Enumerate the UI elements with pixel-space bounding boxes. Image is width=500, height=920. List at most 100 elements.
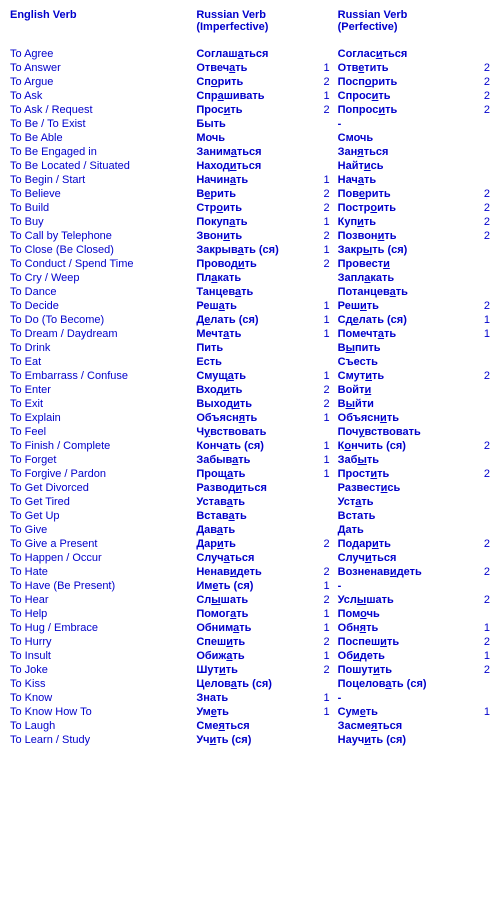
cell-perfective: Помочь (336, 607, 469, 621)
table-row: To Begin / StartНачинать1Начать (8, 173, 492, 187)
cell-imperfective: Соглашаться (194, 47, 312, 61)
cell-note-1 (312, 131, 336, 145)
cell-note-1 (312, 285, 336, 299)
cell-note-2: 2 (468, 663, 492, 677)
cell-note-1 (312, 677, 336, 691)
cell-perfective: Развестись (336, 481, 469, 495)
cell-note-2 (468, 257, 492, 271)
cell-imperfective: Вставать (194, 509, 312, 523)
cell-perfective: Почувствовать (336, 425, 469, 439)
cell-note-1: 1 (312, 705, 336, 719)
cell-note-2 (468, 145, 492, 159)
cell-perfective: Смочь (336, 131, 469, 145)
table-row: To Do (To Become)Делать (ся)1Сделать (ся… (8, 313, 492, 327)
cell-perfective: Пошутить (336, 663, 469, 677)
cell-note-2: 2 (468, 565, 492, 579)
cell-imperfective: Шутить (194, 663, 312, 677)
table-row: To Finish / CompleteКончать (ся)1Кончить… (8, 439, 492, 453)
cell-imperfective: Учить (ся) (194, 733, 312, 747)
cell-perfective: Суметь (336, 705, 469, 719)
cell-imperfective: Дарить (194, 537, 312, 551)
cell-english: To Answer (8, 61, 194, 75)
cell-perfective: Поспешить (336, 635, 469, 649)
cell-imperfective: Обижать (194, 649, 312, 663)
cell-note-1: 2 (312, 565, 336, 579)
cell-english: To Get Tired (8, 495, 194, 509)
cell-note-2 (468, 47, 492, 61)
cell-english: To Get Divorced (8, 481, 194, 495)
cell-perfective: Устать (336, 495, 469, 509)
cell-note-2: 2 (468, 635, 492, 649)
cell-english: To Do (To Become) (8, 313, 194, 327)
cell-note-2: 1 (468, 649, 492, 663)
cell-note-2: 2 (468, 369, 492, 383)
cell-imperfective: Покупать (194, 215, 312, 229)
cell-english: To Know How To (8, 705, 194, 719)
cell-note-1: 2 (312, 187, 336, 201)
table-row: To Call by TelephoneЗвонить2Позвонить2 (8, 229, 492, 243)
cell-english: To Agree (8, 47, 194, 61)
cell-english: To Conduct / Spend Time (8, 257, 194, 271)
table-row: To DecideРешать1Решить2 (8, 299, 492, 313)
cell-note-1: 1 (312, 621, 336, 635)
cell-imperfective: Случаться (194, 551, 312, 565)
cell-english: To Close (Be Closed) (8, 243, 194, 257)
cell-note-2 (468, 425, 492, 439)
cell-english: To Decide (8, 299, 194, 313)
cell-note-1: 2 (312, 383, 336, 397)
cell-english: To Feel (8, 425, 194, 439)
cell-imperfective: Уставать (194, 495, 312, 509)
cell-english: To Finish / Complete (8, 439, 194, 453)
cell-note-1 (312, 341, 336, 355)
cell-note-2: 2 (468, 89, 492, 103)
cell-perfective: Спросить (336, 89, 469, 103)
cell-note-2 (468, 691, 492, 705)
table-row: To BuyПокупать1Купить2 (8, 215, 492, 229)
cell-note-2 (468, 481, 492, 495)
table-row: To Close (Be Closed)Закрывать (ся)1Закры… (8, 243, 492, 257)
cell-note-2 (468, 607, 492, 621)
table-row: To KissЦеловать (ся)Поцеловать (ся) (8, 677, 492, 691)
cell-english: To Forgive / Pardon (8, 467, 194, 481)
table-row: To KnowЗнать1- (8, 691, 492, 705)
cell-english: To Exit (8, 397, 194, 411)
cell-note-1: 2 (312, 229, 336, 243)
cell-imperfective: Иметь (ся) (194, 579, 312, 593)
cell-note-1 (312, 355, 336, 369)
table-row: To Ask / RequestПросить2Попросить2 (8, 103, 492, 117)
cell-note-2: 2 (468, 467, 492, 481)
cell-imperfective: Закрывать (ся) (194, 243, 312, 257)
cell-perfective: Ответить (336, 61, 469, 75)
cell-english: To Be / To Exist (8, 117, 194, 131)
table-row: To EatЕстьСъесть (8, 355, 492, 369)
table-row: To Give a PresentДарить2Подарить2 (8, 537, 492, 551)
cell-note-2 (468, 285, 492, 299)
cell-english: To Get Up (8, 509, 194, 523)
cell-english: To Learn / Study (8, 733, 194, 747)
cell-perfective: Засмеяться (336, 719, 469, 733)
cell-note-1: 1 (312, 411, 336, 425)
table-row: To HelpПомогать1Помочь (8, 607, 492, 621)
cell-english: To Insult (8, 649, 194, 663)
cell-imperfective: Помогать (194, 607, 312, 621)
header-perfective: Russian Verb(Perfective) (336, 8, 469, 47)
cell-imperfective: Верить (194, 187, 312, 201)
cell-perfective: Купить (336, 215, 469, 229)
cell-perfective: - (336, 691, 469, 705)
cell-note-1 (312, 495, 336, 509)
cell-note-1: 2 (312, 201, 336, 215)
cell-imperfective: Целовать (ся) (194, 677, 312, 691)
cell-perfective: Поверить (336, 187, 469, 201)
cell-note-2 (468, 117, 492, 131)
cell-note-1 (312, 117, 336, 131)
cell-note-1: 1 (312, 439, 336, 453)
cell-imperfective: Делать (ся) (194, 313, 312, 327)
cell-note-2 (468, 677, 492, 691)
cell-perfective: Заплакать (336, 271, 469, 285)
cell-perfective: Случиться (336, 551, 469, 565)
cell-note-2 (468, 341, 492, 355)
cell-imperfective: Плакать (194, 271, 312, 285)
table-row: To Embarrass / ConfuseСмущать1Смутить2 (8, 369, 492, 383)
cell-note-1: 1 (312, 369, 336, 383)
table-row: To HateНенавидеть2Возненавидеть2 (8, 565, 492, 579)
